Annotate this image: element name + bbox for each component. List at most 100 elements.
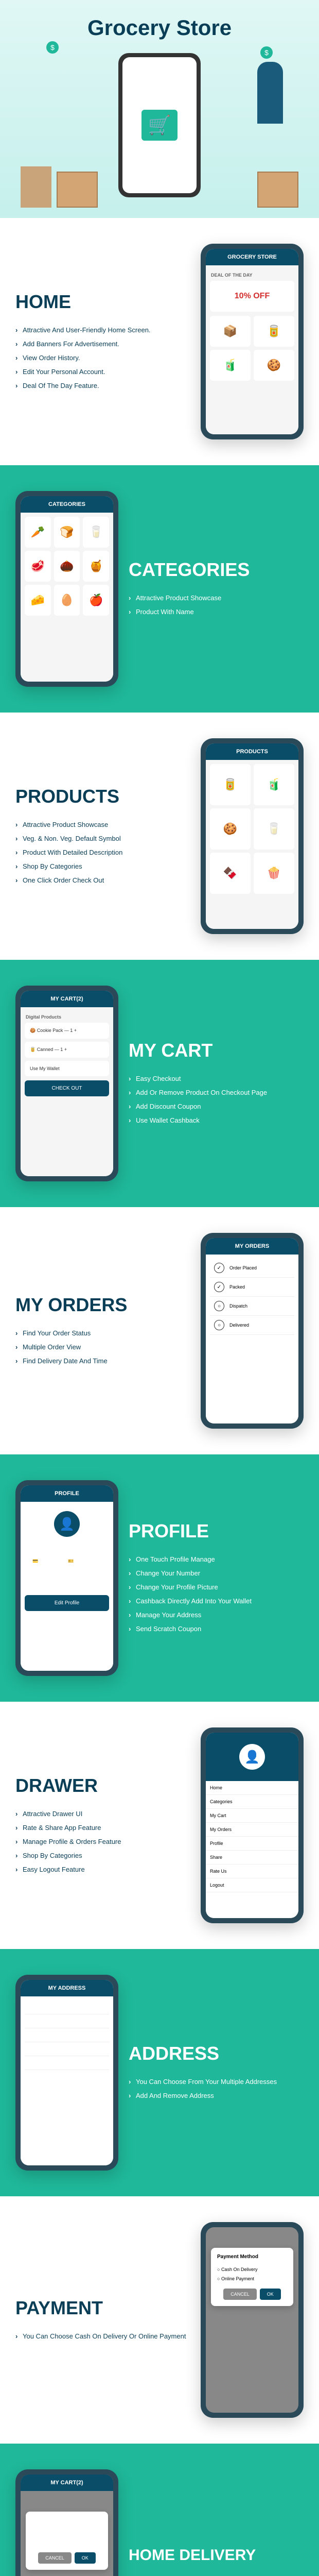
products-section: PRODUCTS Attractive Product Showcase Veg… — [0, 713, 319, 960]
status-label: Dispatch — [229, 1303, 247, 1309]
feature-item: Change Your Number — [129, 1566, 304, 1580]
drawer-item: Categories — [206, 1795, 298, 1809]
feature-item: Shop By Categories — [15, 859, 190, 873]
cart-sublabel: Digital Products — [25, 1011, 109, 1023]
feature-item: View Order History. — [15, 351, 190, 365]
hero-phone-mockup — [118, 53, 201, 197]
feature-list: Attractive Drawer UI Rate & Share App Fe… — [15, 1807, 190, 1876]
feature-item: You Can Choose Home Delivery Or Take Awa… — [129, 2574, 304, 2576]
product-card: 🍿 — [254, 853, 294, 894]
bag-illustration — [21, 166, 51, 208]
feature-item: Cashback Directly Add Into Your Wallet — [129, 1594, 304, 1608]
check-icon: ✓ — [214, 1282, 224, 1292]
modal-title: Select Delivery Option — [32, 2518, 102, 2523]
address-field: City — [25, 2042, 109, 2056]
product-card: 🥫 — [210, 764, 251, 805]
phone-mockup: 👤 Home Categories My Cart My Orders Prof… — [201, 1727, 304, 1923]
categories-section: CATEGORIES Attractive Product Showcase P… — [0, 465, 319, 713]
category-card: 🍯 — [83, 551, 109, 582]
drawer-item: Share — [206, 1851, 298, 1865]
profile-section: PROFILE One Touch Profile Manage Change … — [0, 1454, 319, 1702]
box-illustration — [257, 172, 298, 208]
order-status-row: ✓ Order Placed — [210, 1259, 294, 1278]
feature-list: You Can Choose Cash On Delivery Or Onlin… — [15, 2329, 190, 2343]
phone-mockup: GROCERY STORE DEAL OF THE DAY 10% OFF 📦 … — [201, 244, 304, 439]
app-header: MY ADDRESS — [21, 1980, 113, 1996]
feature-list: Attractive Product Showcase Veg. & Non. … — [15, 818, 190, 887]
ok-button: OK — [260, 2289, 281, 2300]
feature-item: Find Your Order Status — [15, 1326, 190, 1340]
section-title: DRAWER — [15, 1775, 190, 1797]
feature-item: Attractive Product Showcase — [129, 591, 304, 605]
coupon-icon: 🎫 — [68, 1558, 101, 1564]
phone-mockup: MY ADDRESS Name Phone Address City State — [15, 1975, 118, 2171]
payment-option: ○ Cash On Delivery — [217, 2265, 287, 2274]
feature-item: Attractive And User-Friendly Home Screen… — [15, 323, 190, 337]
section-title: PAYMENT — [15, 2297, 190, 2319]
payment-section: PAYMENT You Can Choose Cash On Delivery … — [0, 2196, 319, 2444]
feature-item: Deal Of The Day Feature. — [15, 379, 190, 393]
person-illustration — [257, 62, 283, 124]
wallet-toggle: Use My Wallet — [25, 1061, 109, 1076]
drawer-section: DRAWER Attractive Drawer UI Rate & Share… — [0, 1702, 319, 1949]
product-card: 🍫 — [210, 853, 251, 894]
wallet-amount: $50.00 — [32, 1569, 52, 1574]
order-status-row: ✓Packed — [210, 1278, 294, 1297]
feature-list: Attractive And User-Friendly Home Screen… — [15, 323, 190, 393]
section-title: ADDRESS — [129, 2043, 304, 2064]
phone-mockup: CATEGORIES 🥕 🍞 🥛 🥩 🌰 🍯 🧀 🥚 🍎 — [15, 491, 118, 687]
product-card: 📦 — [210, 316, 251, 347]
product-card: 🧃 — [254, 764, 294, 805]
product-card: 🍪 — [210, 808, 251, 850]
category-card: 🥚 — [54, 585, 80, 616]
profile-name: Rajesh Lakkoju — [25, 1542, 109, 1548]
category-card: 🥩 — [25, 551, 51, 582]
section-title: CATEGORIES — [129, 559, 304, 581]
delivery-section: HOME DELIVERY You Can Choose Home Delive… — [0, 2444, 319, 2576]
drawer-item: Rate Us — [206, 1865, 298, 1878]
wallet-label: My Wallet — [32, 1564, 52, 1569]
dollar-icon: $ — [260, 46, 273, 59]
category-card: 🍞 — [54, 517, 80, 548]
orders-section: MY ORDERS Find Your Order Status Multipl… — [0, 1207, 319, 1454]
checkout-button: CHECK OUT — [25, 1080, 109, 1096]
feature-item: Manage Your Address — [129, 1608, 304, 1622]
cart-item: 🥫 Canned — 1 + — [25, 1042, 109, 1058]
section-title: PRODUCTS — [15, 786, 190, 807]
coupon-block: 🎫 Scratch Coupon — [68, 1558, 101, 1574]
hero-section: Grocery Store $ $ — [0, 0, 319, 218]
address-field: Phone — [25, 2014, 109, 2028]
section-title: HOME — [15, 291, 190, 313]
phone-mockup: PRODUCTS 🥫 🧃 🍪 🥛 🍫 🍿 — [201, 738, 304, 934]
dollar-icon: $ — [46, 41, 59, 54]
feature-item: Product With Name — [129, 605, 304, 619]
hero-phone-screen — [122, 57, 197, 193]
wallet-icon: 💳 — [32, 1558, 52, 1564]
feature-item: Manage Profile & Orders Feature — [15, 1835, 190, 1849]
phone-mockup: MY CART(2) Select Delivery Option ○ Home… — [15, 2469, 118, 2576]
feature-item: Add Or Remove Product On Checkout Page — [129, 1086, 304, 1099]
feature-list: Attractive Product Showcase Product With… — [129, 591, 304, 619]
phone-mockup: MY ORDERS ✓Order Placed ✓Packed ○Dispatc… — [201, 1233, 304, 1429]
status-label: Order Placed — [229, 1265, 257, 1270]
delivery-option: ○ Take Away — [32, 2538, 102, 2547]
payment-option: ○ Online Payment — [217, 2274, 287, 2283]
check-icon: ✓ — [214, 1263, 224, 1273]
section-title: MY CART — [129, 1040, 304, 1061]
feature-item: Easy Logout Feature — [15, 1862, 190, 1876]
section-title: PROFILE — [129, 1520, 304, 1542]
delivery-option: ○ Home Delivery — [32, 2529, 102, 2538]
drawer-item: My Orders — [206, 1823, 298, 1837]
feature-list: Find Your Order Status Multiple Order Vi… — [15, 1326, 190, 1368]
app-header: MY CART(2) — [21, 991, 113, 1007]
cancel-button: CANCEL — [38, 2552, 72, 2564]
app-header: CATEGORIES — [21, 496, 113, 513]
category-card: 🌰 — [54, 551, 80, 582]
avatar: 👤 — [54, 1511, 80, 1537]
product-card: 🍪 — [254, 350, 294, 381]
app-header: PROFILE — [21, 1485, 113, 1502]
address-field: State — [25, 2056, 109, 2070]
feature-list: You Can Choose Home Delivery Or Take Awa… — [129, 2574, 304, 2576]
feature-item: Edit Your Personal Account. — [15, 365, 190, 379]
drawer-item: Profile — [206, 1837, 298, 1851]
